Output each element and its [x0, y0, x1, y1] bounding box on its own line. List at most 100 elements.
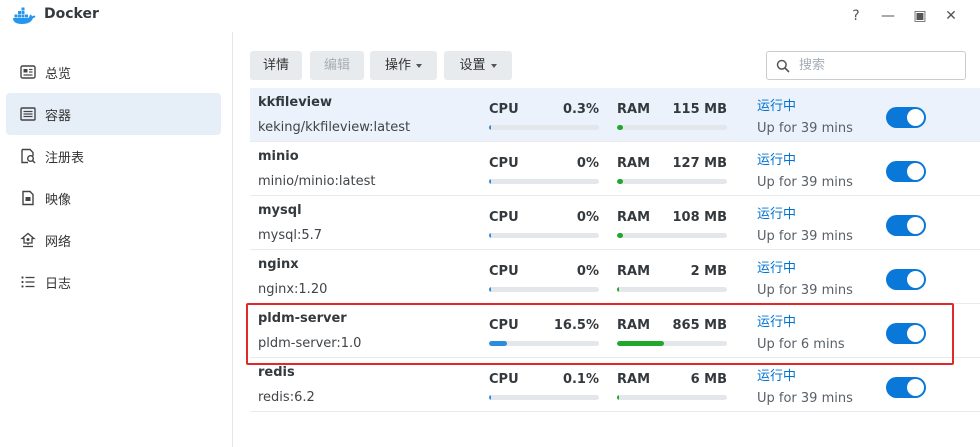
sidebar-item-network[interactable]: 网络: [6, 219, 221, 261]
container-row[interactable]: minio minio/minio:latest CPU 0% RAM 127 …: [250, 142, 980, 196]
ram-bar-fill: [617, 395, 619, 400]
close-button[interactable]: ✕: [940, 5, 962, 27]
sidebar-item-label: 容器: [45, 109, 72, 124]
cpu-bar-fill: [489, 287, 491, 292]
container-icon: [20, 107, 36, 121]
action-label: 操作: [384, 58, 411, 73]
cpu-bar: [489, 125, 599, 130]
ram-bar: [617, 341, 727, 346]
toggle-knob: [907, 271, 924, 288]
cpu-label: CPU: [489, 210, 519, 225]
ram-bar: [617, 125, 727, 130]
toggle-knob: [907, 217, 924, 234]
cpu-value: 0%: [576, 156, 599, 171]
container-row[interactable]: pldm-server pldm-server:1.0 CPU 16.5% RA…: [250, 304, 980, 358]
ram-bar: [617, 179, 727, 184]
container-name: kkfileview: [258, 95, 332, 110]
ram-label: RAM: [617, 372, 651, 387]
search-icon: [776, 59, 790, 73]
ram-value: 2 MB: [690, 264, 727, 279]
cpu-value: 0.3%: [562, 102, 599, 117]
run-toggle[interactable]: [886, 161, 926, 182]
ram-label: RAM: [617, 318, 651, 333]
sidebar-item-label: 映像: [45, 193, 72, 208]
cpu-bar-fill: [489, 395, 491, 400]
cpu-value: 16.5%: [553, 318, 599, 333]
sidebar-item-log[interactable]: 日志: [6, 261, 221, 303]
sidebar-item-image[interactable]: 映像: [6, 177, 221, 219]
cpu-bar-fill: [489, 233, 491, 238]
details-button[interactable]: 详情: [250, 51, 302, 80]
maximize-button[interactable]: ▣: [909, 5, 931, 27]
container-row[interactable]: nginx nginx:1.20 CPU 0% RAM 2 MB 运行中 Up …: [250, 250, 980, 304]
container-image: mysql:5.7: [258, 228, 323, 243]
log-icon: [21, 276, 35, 288]
minimize-button[interactable]: —: [877, 5, 899, 27]
app-title: Docker: [44, 6, 99, 22]
settings-label: 设置: [459, 58, 486, 73]
search-input[interactable]: [799, 56, 959, 75]
run-toggle[interactable]: [886, 323, 926, 344]
container-image: nginx:1.20: [258, 282, 328, 297]
container-row[interactable]: mysql mysql:5.7 CPU 0% RAM 108 MB 运行中 Up…: [250, 196, 980, 250]
settings-dropdown[interactable]: 设置: [444, 51, 512, 80]
run-toggle[interactable]: [886, 215, 926, 236]
ram-label: RAM: [617, 264, 651, 279]
run-toggle[interactable]: [886, 377, 926, 398]
ram-value: 108 MB: [672, 210, 727, 225]
cpu-bar-fill: [489, 125, 491, 130]
chevron-down-icon: [416, 63, 422, 68]
image-icon: [22, 190, 34, 206]
ram-label: RAM: [617, 156, 651, 171]
action-dropdown[interactable]: 操作: [370, 51, 437, 80]
toggle-knob: [907, 325, 924, 342]
cpu-label: CPU: [489, 318, 519, 333]
sidebar-item-label: 总览: [45, 67, 72, 82]
container-row[interactable]: redis redis:6.2 CPU 0.1% RAM 6 MB 运行中 Up…: [250, 358, 980, 412]
run-toggle[interactable]: [886, 269, 926, 290]
cpu-bar-fill: [489, 179, 491, 184]
sidebar-item-overview[interactable]: 总览: [6, 51, 221, 93]
search-box[interactable]: [766, 51, 966, 80]
cpu-bar: [489, 341, 599, 346]
container-image: pldm-server:1.0: [258, 336, 362, 351]
ram-bar-fill: [617, 341, 665, 346]
network-icon: [20, 232, 36, 248]
chevron-down-icon: [490, 63, 497, 68]
uptime-text: Up for 39 mins: [757, 175, 853, 190]
status-text: 运行中: [757, 99, 797, 114]
sidebar-item-registry[interactable]: 注册表: [6, 135, 221, 177]
container-name: minio: [258, 149, 299, 164]
uptime-text: Up for 39 mins: [757, 229, 853, 244]
toggle-knob: [907, 163, 924, 180]
ram-bar-fill: [617, 233, 623, 238]
status-text: 运行中: [757, 153, 797, 168]
ram-bar: [617, 395, 727, 400]
container-name: redis: [258, 365, 295, 380]
help-button[interactable]: ?: [845, 5, 867, 27]
container-name: pldm-server: [258, 311, 347, 326]
overview-icon: [20, 65, 36, 79]
uptime-text: Up for 39 mins: [757, 391, 853, 406]
sidebar-item-label: 网络: [45, 235, 72, 250]
ram-bar: [617, 233, 727, 238]
uptime-text: Up for 39 mins: [757, 121, 853, 136]
toggle-knob: [907, 109, 924, 126]
container-row[interactable]: kkfileview keking/kkfileview:latest CPU …: [250, 88, 980, 142]
container-image: keking/kkfileview:latest: [258, 120, 411, 135]
uptime-text: Up for 6 mins: [757, 337, 845, 352]
cpu-bar: [489, 287, 599, 292]
edit-button[interactable]: 编辑: [310, 51, 364, 80]
sidebar-item-label: 注册表: [45, 151, 85, 166]
container-panel: 详情 编辑 操作 设置 kkfileview keking/kkfileview…: [234, 32, 980, 447]
ram-bar: [617, 287, 727, 292]
run-toggle[interactable]: [886, 107, 926, 128]
status-text: 运行中: [757, 369, 797, 384]
container-name: nginx: [258, 257, 299, 272]
sidebar-item-container[interactable]: 容器: [6, 93, 221, 135]
container-image: minio/minio:latest: [258, 174, 376, 189]
ram-value: 127 MB: [672, 156, 727, 171]
cpu-label: CPU: [489, 264, 519, 279]
cpu-bar: [489, 395, 599, 400]
ram-value: 865 MB: [672, 318, 727, 333]
